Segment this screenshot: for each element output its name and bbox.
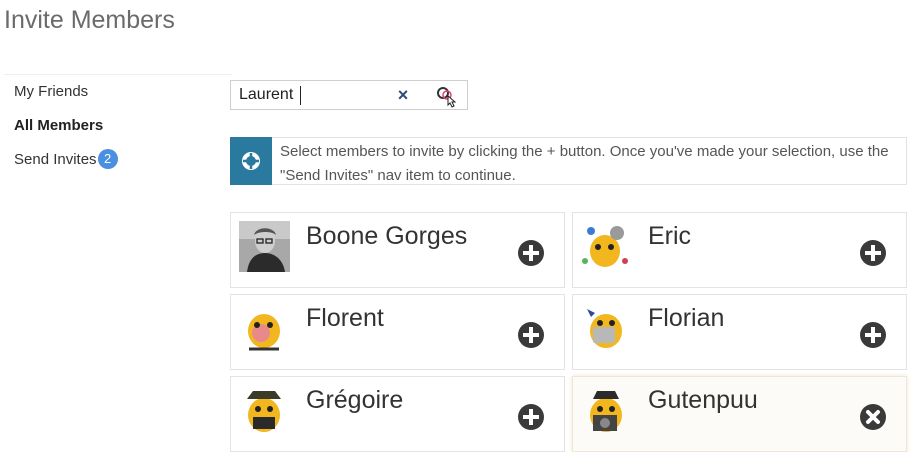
plus-circle-icon[interactable] bbox=[517, 321, 545, 349]
lifebuoy-icon bbox=[242, 152, 260, 170]
sidebar-item-my-friends[interactable]: My Friends bbox=[4, 75, 232, 109]
plus-circle-icon[interactable] bbox=[859, 321, 887, 349]
sidebar-item-send-invites[interactable]: Send Invites 2 bbox=[4, 143, 232, 177]
info-notice: Select members to invite by clicking the… bbox=[230, 137, 907, 185]
member-name: Florent bbox=[306, 304, 384, 332]
notice-icon-container bbox=[230, 137, 272, 185]
avatar bbox=[239, 385, 290, 436]
member-card-selected: Gutenpuu bbox=[572, 376, 907, 452]
plus-circle-icon[interactable] bbox=[517, 239, 545, 267]
member-card: Grégoire bbox=[230, 376, 565, 452]
member-name: Eric bbox=[648, 222, 692, 250]
avatar bbox=[581, 221, 632, 272]
avatar bbox=[581, 303, 632, 354]
sidebar-nav: My Friends All Members Send Invites 2 bbox=[4, 74, 232, 445]
sidebar-item-all-members[interactable]: All Members bbox=[4, 109, 232, 143]
invites-count-badge: 2 bbox=[97, 149, 118, 170]
member-search: × bbox=[230, 80, 468, 110]
page-title: Invite Members bbox=[4, 6, 175, 34]
search-icon[interactable] bbox=[434, 85, 458, 109]
notice-text: Select members to invite by clicking the… bbox=[280, 143, 889, 184]
member-name: Grégoire bbox=[306, 386, 404, 414]
plus-circle-icon[interactable] bbox=[517, 403, 545, 431]
member-card: Florent bbox=[230, 294, 565, 370]
avatar bbox=[239, 221, 290, 272]
member-card: Florian bbox=[572, 294, 907, 370]
text-caret bbox=[300, 86, 301, 105]
avatar bbox=[581, 385, 632, 436]
member-name: Gutenpuu bbox=[648, 386, 758, 414]
remove-circle-icon[interactable] bbox=[859, 403, 887, 431]
avatar bbox=[239, 303, 290, 354]
sidebar-item-label: Send Invites bbox=[14, 151, 97, 168]
member-card: Boone Gorges bbox=[230, 212, 565, 288]
member-name: Boone Gorges bbox=[306, 222, 468, 250]
search-input[interactable] bbox=[239, 84, 389, 106]
close-icon[interactable]: × bbox=[395, 86, 411, 104]
member-card: Eric bbox=[572, 212, 907, 288]
plus-circle-icon[interactable] bbox=[859, 239, 887, 267]
member-name: Florian bbox=[648, 304, 725, 332]
